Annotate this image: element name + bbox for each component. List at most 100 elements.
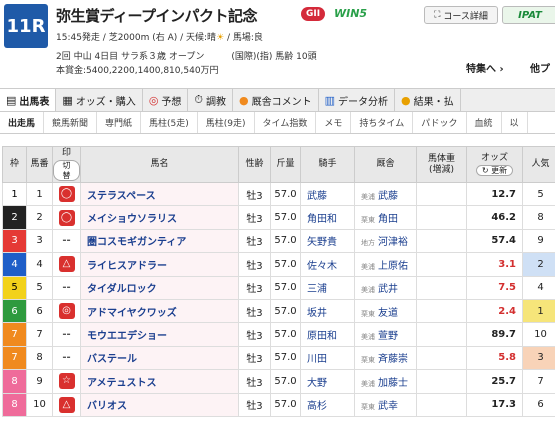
- mark-toggle-button[interactable]: 切替: [53, 160, 80, 181]
- body-weight-cell: [416, 252, 467, 277]
- horse-name-link[interactable]: アメテュストス: [80, 369, 239, 394]
- mark-none[interactable]: --: [62, 352, 70, 363]
- subtab-senmonshi[interactable]: 専門紙: [97, 112, 142, 133]
- race-conditions: 2回 中山 4日目 サラ系３歳 オープン (国際)(指) 馬齢 10頭: [56, 52, 317, 62]
- trainer-link[interactable]: 加藤士: [378, 378, 408, 389]
- subtab-more[interactable]: 以: [502, 112, 528, 133]
- prediction-mark[interactable]: ☆: [58, 373, 75, 390]
- prediction-mark[interactable]: △: [58, 396, 75, 413]
- jockey-link[interactable]: 坂井: [300, 298, 355, 324]
- tab-shutsuba[interactable]: ▤ 出馬表: [0, 89, 57, 111]
- mark-none[interactable]: --: [62, 282, 70, 293]
- mark-cell: --: [52, 228, 81, 254]
- subtab-memo[interactable]: メモ: [316, 112, 352, 133]
- horse-name-link[interactable]: タイダルロック: [80, 275, 239, 300]
- horse-name-link[interactable]: バステール: [80, 345, 239, 371]
- race-info: 15:45発走 / 芝2000m (右 A) / 天候:晴☀ / 馬場:良: [56, 30, 263, 43]
- header-umaban[interactable]: 馬番: [26, 146, 53, 183]
- popularity-cell: 1: [522, 298, 555, 324]
- odds-cell: 5.8: [466, 345, 523, 371]
- tab-data[interactable]: ▥ データ分析: [319, 89, 396, 111]
- tab-label: 結果・払: [413, 96, 454, 108]
- body-weight-cell: [416, 392, 467, 417]
- ipat-button[interactable]: IPAT: [502, 6, 555, 24]
- course-detail-button[interactable]: ⛶ コース詳細: [424, 6, 498, 24]
- subtab-ketto[interactable]: 血統: [467, 112, 502, 133]
- subtab-mochi-time[interactable]: 持ちタイム: [351, 112, 414, 133]
- prediction-mark[interactable]: ◯: [58, 186, 75, 203]
- tab-result[interactable]: ● 結果・払: [395, 89, 461, 111]
- horse-name-link[interactable]: バリオス: [80, 392, 239, 417]
- subtab-shussoba[interactable]: 出走馬: [0, 112, 45, 133]
- jockey-link[interactable]: 高杉: [300, 392, 355, 417]
- trainer-link[interactable]: 上原佑: [378, 261, 408, 272]
- header-weight[interactable]: 斤量: [270, 146, 301, 183]
- tokushu-link[interactable]: 特集へ ›: [466, 60, 504, 75]
- jockey-link[interactable]: 原田和: [300, 322, 355, 347]
- jockey-link[interactable]: 川田: [300, 345, 355, 371]
- tab-odds[interactable]: ▦ オッズ・購入: [56, 89, 143, 111]
- mark-cell: △: [52, 252, 81, 277]
- umaban-cell: 10: [26, 392, 53, 417]
- horse-name-link[interactable]: 圏コスモギガンティア: [80, 228, 239, 254]
- odds-cell: 46.2: [466, 205, 523, 230]
- jockey-link[interactable]: 大野: [300, 369, 355, 394]
- header-name[interactable]: 馬名: [80, 146, 239, 183]
- body-sub-label: (増減): [428, 164, 455, 175]
- subtab-shinbun[interactable]: 競馬新聞: [44, 112, 98, 133]
- horse-name-link[interactable]: ライヒスアドラー: [80, 252, 239, 277]
- prediction-mark[interactable]: △: [58, 256, 75, 273]
- odds-update-button[interactable]: ↻ 更新: [475, 165, 514, 177]
- header-pop[interactable]: 人気: [522, 146, 555, 183]
- table-row: 7 7 -- モウエエデショー 牡3 57.0 原田和 美浦 萱野 89.7 10: [2, 322, 555, 347]
- trainer-link[interactable]: 友道: [378, 308, 398, 319]
- umaban-cell: 4: [26, 252, 53, 277]
- prediction-mark[interactable]: ◯: [58, 209, 75, 226]
- trainer-link[interactable]: 河津裕: [378, 237, 408, 248]
- trainer-link[interactable]: 武井: [378, 284, 398, 295]
- horse-name-link[interactable]: ステラスペース: [80, 181, 239, 207]
- next-link[interactable]: 他プ: [530, 60, 550, 75]
- tab-yoso[interactable]: ◎ 予想: [143, 89, 189, 111]
- table-row: 8 10 △ バリオス 牡3 57.0 高杉 栗東 武幸 17.3 6: [2, 392, 555, 417]
- odds-update-label: 更新: [491, 166, 508, 175]
- subtab-paddock[interactable]: パドック: [413, 112, 467, 133]
- trainer-link[interactable]: 萱野: [378, 331, 398, 342]
- jockey-link[interactable]: 佐々木: [300, 252, 355, 277]
- sex-age-cell: 牡3: [238, 369, 271, 394]
- sex-age-cell: 牡3: [238, 228, 271, 254]
- popularity-cell: 2: [522, 252, 555, 277]
- header-jockey: 騎手: [300, 146, 355, 183]
- trainer-link[interactable]: 武幸: [378, 401, 398, 412]
- subtab-umabashira5[interactable]: 馬柱(5走): [141, 112, 198, 133]
- table-icon: ▤: [6, 93, 17, 107]
- table-row: 7 8 -- バステール 牡3 57.0 川田 栗東 斉藤崇 5.8 3: [2, 345, 555, 371]
- stable-region: 美浦: [361, 333, 375, 342]
- stable-region: 美浦: [361, 286, 375, 295]
- prediction-mark[interactable]: ◎: [58, 303, 75, 320]
- horse-name-link[interactable]: メイショウソラリス: [80, 205, 239, 230]
- mark-cell: --: [52, 275, 81, 300]
- trainer-link[interactable]: 斉藤崇: [378, 354, 408, 365]
- trainer-cell: 美浦 武藤: [354, 181, 417, 207]
- popularity-cell: 7: [522, 369, 555, 394]
- header-waku[interactable]: 枠: [2, 146, 27, 183]
- trainer-link[interactable]: 武藤: [378, 191, 398, 202]
- horse-name-link[interactable]: モウエエデショー: [80, 322, 239, 347]
- tab-comment[interactable]: ● 厩舎コメント: [233, 89, 319, 111]
- mark-none[interactable]: --: [62, 329, 70, 340]
- jockey-link[interactable]: 三浦: [300, 275, 355, 300]
- jockey-link[interactable]: 矢野貴: [300, 228, 355, 254]
- trainer-link[interactable]: 角田: [378, 214, 398, 225]
- header-odds: オッズ ↻ 更新: [466, 146, 523, 183]
- mark-none[interactable]: --: [62, 235, 70, 246]
- stable-region: 地方: [361, 239, 375, 248]
- horse-name-link[interactable]: アドマイヤクワッズ: [80, 298, 239, 324]
- jockey-link[interactable]: 武藤: [300, 181, 355, 207]
- subtab-umabashira9[interactable]: 馬柱(9走): [198, 112, 255, 133]
- tab-chokyo[interactable]: ⏱ 調教: [188, 89, 234, 111]
- body-label: 馬体重: [427, 154, 455, 165]
- jockey-link[interactable]: 角田和: [300, 205, 355, 230]
- weight-cell: 57.0: [270, 228, 301, 254]
- subtab-time-index[interactable]: タイム指数: [255, 112, 317, 133]
